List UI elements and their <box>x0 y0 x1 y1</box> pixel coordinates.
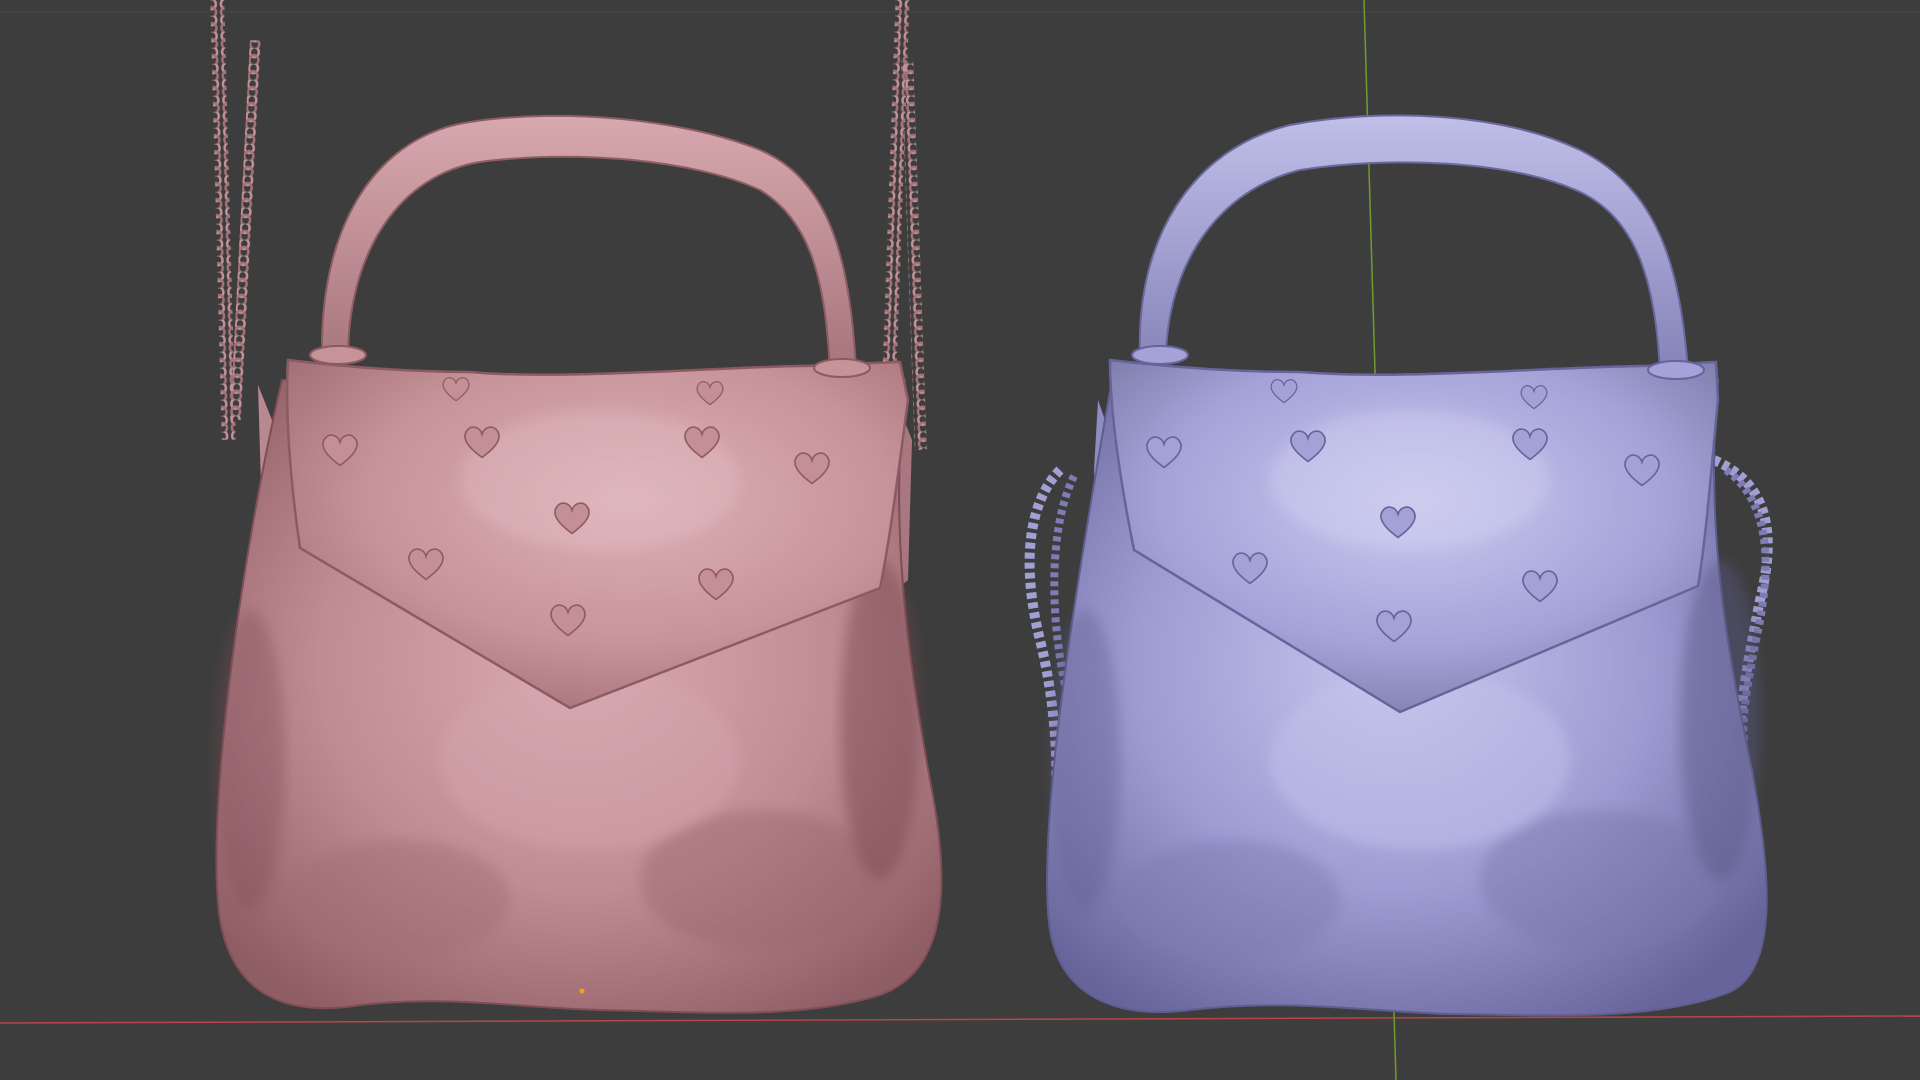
handbag-lavender[interactable] <box>1024 114 1773 1017</box>
3d-viewport[interactable] <box>0 0 1920 1080</box>
origin-marker <box>579 988 585 994</box>
handle-pink <box>320 114 858 374</box>
x-axis-line <box>0 1015 1920 1024</box>
handle-lavender <box>1138 114 1690 374</box>
viewport-scene[interactable] <box>0 0 1920 1080</box>
handbag-pink[interactable] <box>210 0 943 1014</box>
